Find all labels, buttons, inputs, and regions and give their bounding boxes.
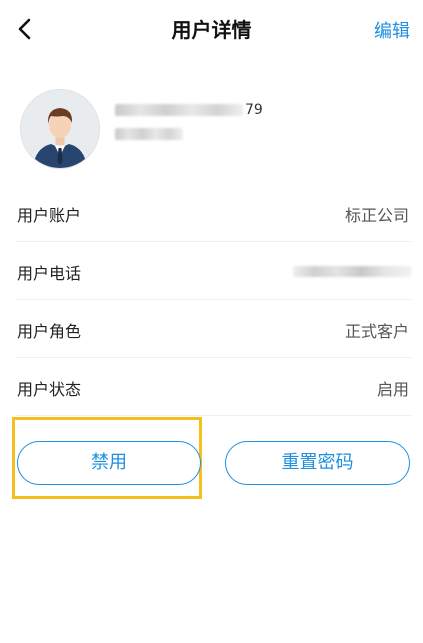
disable-button[interactable]: 禁用 <box>17 441 201 485</box>
user-name-line: 79 <box>115 99 263 118</box>
header-bar: 用户详情 编辑 <box>0 0 423 60</box>
avatar <box>20 89 100 169</box>
redacted-text <box>115 127 183 140</box>
user-name-suffix: 79 <box>245 101 263 118</box>
user-subline <box>115 123 263 140</box>
redacted-text <box>115 103 243 116</box>
info-row-account: 用户账户 标正公司 <box>16 184 411 242</box>
info-value: 正式客户 <box>344 322 409 341</box>
info-label: 用户电话 <box>17 264 82 283</box>
redacted-phone <box>293 266 411 277</box>
info-row-status: 用户状态 启用 <box>16 358 411 416</box>
edit-button[interactable]: 编辑 <box>374 17 410 43</box>
info-label: 用户状态 <box>17 380 82 399</box>
info-label: 用户角色 <box>17 322 82 341</box>
info-list: 用户账户 标正公司 用户电话 用户角色 正式客户 用户状态 启用 <box>16 184 411 416</box>
info-row-phone: 用户电话 <box>16 242 411 300</box>
action-bar: 禁用 重置密码 <box>0 417 423 507</box>
reset-password-button[interactable]: 重置密码 <box>225 441 410 485</box>
info-label: 用户账户 <box>17 206 82 225</box>
info-value: 启用 <box>376 380 409 399</box>
info-value: 标正公司 <box>344 206 409 225</box>
page-title: 用户详情 <box>171 18 252 42</box>
user-profile: 79 <box>0 86 423 176</box>
person-avatar-icon <box>21 90 99 168</box>
user-identity: 79 <box>115 99 263 147</box>
info-row-role: 用户角色 正式客户 <box>16 300 411 358</box>
